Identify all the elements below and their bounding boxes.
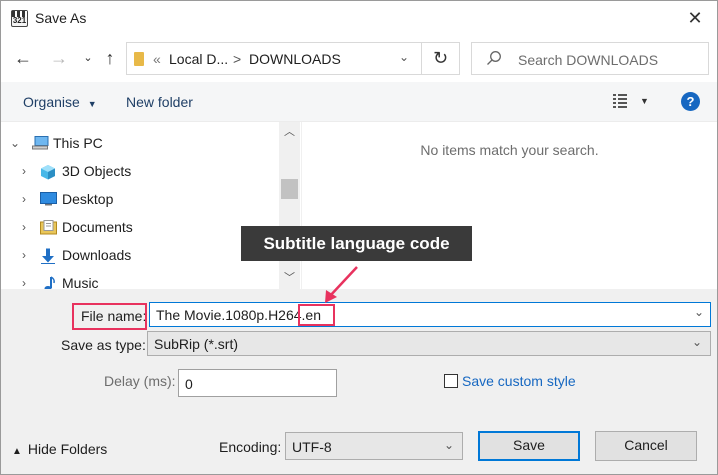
chevron-right-icon[interactable]: › xyxy=(18,248,30,262)
desktop-icon xyxy=(40,192,57,206)
address-separator[interactable]: > xyxy=(233,51,241,67)
arrow-left-icon: ← xyxy=(14,48,32,68)
close-icon[interactable]: ✕ xyxy=(685,8,705,28)
tree-item-documents[interactable]: › Documents xyxy=(1,217,279,239)
navigation-pane: ⌄ This PC › 3D Objects › Desktop › Docum… xyxy=(1,122,279,289)
encoding-label: Encoding: xyxy=(219,439,282,455)
hide-folders-button[interactable]: ▲ Hide Folders xyxy=(12,441,107,457)
caret-down-icon: ▼ xyxy=(87,99,97,109)
cube-icon xyxy=(40,164,56,180)
save-custom-style-checkbox[interactable] xyxy=(444,374,458,388)
tree-item-3d-objects[interactable]: › 3D Objects xyxy=(1,161,279,183)
encoding-select[interactable]: UTF-8 ⌄ xyxy=(285,432,463,460)
save-custom-style-label[interactable]: Save custom style xyxy=(462,373,576,389)
file-name-label-highlight xyxy=(72,303,147,330)
documents-icon xyxy=(40,220,57,235)
tree-item-music[interactable]: › Music xyxy=(1,273,279,289)
chevron-down-icon[interactable]: ⌄ xyxy=(694,305,704,319)
file-name-input[interactable]: The Movie.1080p.H264.en ⌄ xyxy=(149,302,711,327)
save-as-type-select[interactable]: SubRip (*.srt) ⌄ xyxy=(147,331,711,356)
tree-item-desktop[interactable]: › Desktop xyxy=(1,189,279,211)
address-dropdown-icon[interactable]: ⌄ xyxy=(399,50,409,64)
chevron-right-icon[interactable]: › xyxy=(18,220,30,234)
window-title: Save As xyxy=(35,10,87,26)
file-name-base-text: The Movie.1080p.H264 xyxy=(156,307,302,323)
folder-icon xyxy=(134,52,144,66)
arrow-right-icon: → xyxy=(50,48,68,68)
search-input[interactable]: Search DOWNLOADS xyxy=(518,52,658,68)
recent-locations-button[interactable]: ⌄ xyxy=(77,47,99,69)
chevron-down-icon: ⌄ xyxy=(83,52,93,64)
app-icon: 321 xyxy=(11,10,28,27)
cancel-button[interactable]: Cancel xyxy=(595,431,697,461)
tree-item-this-pc[interactable]: ⌄ This PC xyxy=(1,133,279,155)
title-bar: 321 Save As ✕ xyxy=(1,1,717,37)
delay-input[interactable]: 0 xyxy=(178,369,337,397)
chevron-down-icon: ⌄ xyxy=(443,438,454,452)
chevron-down-icon: ⌄ xyxy=(691,335,702,349)
address-overflow[interactable]: « xyxy=(153,51,161,67)
arrow-up-icon: ↑ xyxy=(105,48,115,68)
music-icon xyxy=(42,276,58,289)
annotation-arrow xyxy=(325,266,358,303)
refresh-icon: ↻ xyxy=(432,48,449,68)
annotation-callout: Subtitle language code xyxy=(241,226,472,261)
help-icon[interactable]: ? xyxy=(681,92,700,111)
save-as-dialog: 321 Save As ✕ ← → ⌄ ↑ « Local D... > DOW… xyxy=(0,0,718,475)
new-folder-button[interactable]: New folder xyxy=(126,94,193,110)
address-bar[interactable]: « Local D... > DOWNLOADS ⌄ xyxy=(126,42,422,75)
forward-button[interactable]: → xyxy=(48,47,70,69)
chevron-right-icon[interactable]: › xyxy=(18,164,30,178)
view-options-caret-icon[interactable]: ▼ xyxy=(640,96,649,106)
details-view-icon xyxy=(613,94,627,108)
chevron-right-icon[interactable]: › xyxy=(18,276,30,289)
chevron-right-icon[interactable]: › xyxy=(18,192,30,206)
view-options-button[interactable] xyxy=(612,92,632,110)
delay-label: Delay (ms): xyxy=(104,373,176,389)
tree-item-downloads[interactable]: › Downloads xyxy=(1,245,279,267)
chevron-down-icon[interactable]: ⌄ xyxy=(9,136,21,150)
empty-search-message: No items match your search. xyxy=(420,142,599,158)
caret-up-icon: ▲ xyxy=(12,446,22,457)
search-icon xyxy=(486,50,502,70)
up-button[interactable]: ↑ xyxy=(99,47,121,69)
scroll-up-icon[interactable]: ︿ xyxy=(279,123,300,141)
download-icon xyxy=(40,248,56,264)
computer-icon xyxy=(32,136,49,150)
organise-button[interactable]: Organise ▼ xyxy=(23,94,97,110)
command-bar: Organise ▼ New folder ▼ ? xyxy=(1,82,717,122)
scrollbar-thumb[interactable] xyxy=(281,179,298,199)
refresh-button[interactable]: ↻ xyxy=(422,42,460,75)
search-box[interactable]: Search DOWNLOADS xyxy=(471,42,709,75)
address-segment-downloads[interactable]: DOWNLOADS xyxy=(249,51,341,67)
save-as-type-label: Save as type: xyxy=(61,337,146,353)
save-button[interactable]: Save xyxy=(478,431,580,461)
back-button[interactable]: ← xyxy=(12,47,34,69)
address-segment-local-disk[interactable]: Local D... xyxy=(169,51,228,67)
